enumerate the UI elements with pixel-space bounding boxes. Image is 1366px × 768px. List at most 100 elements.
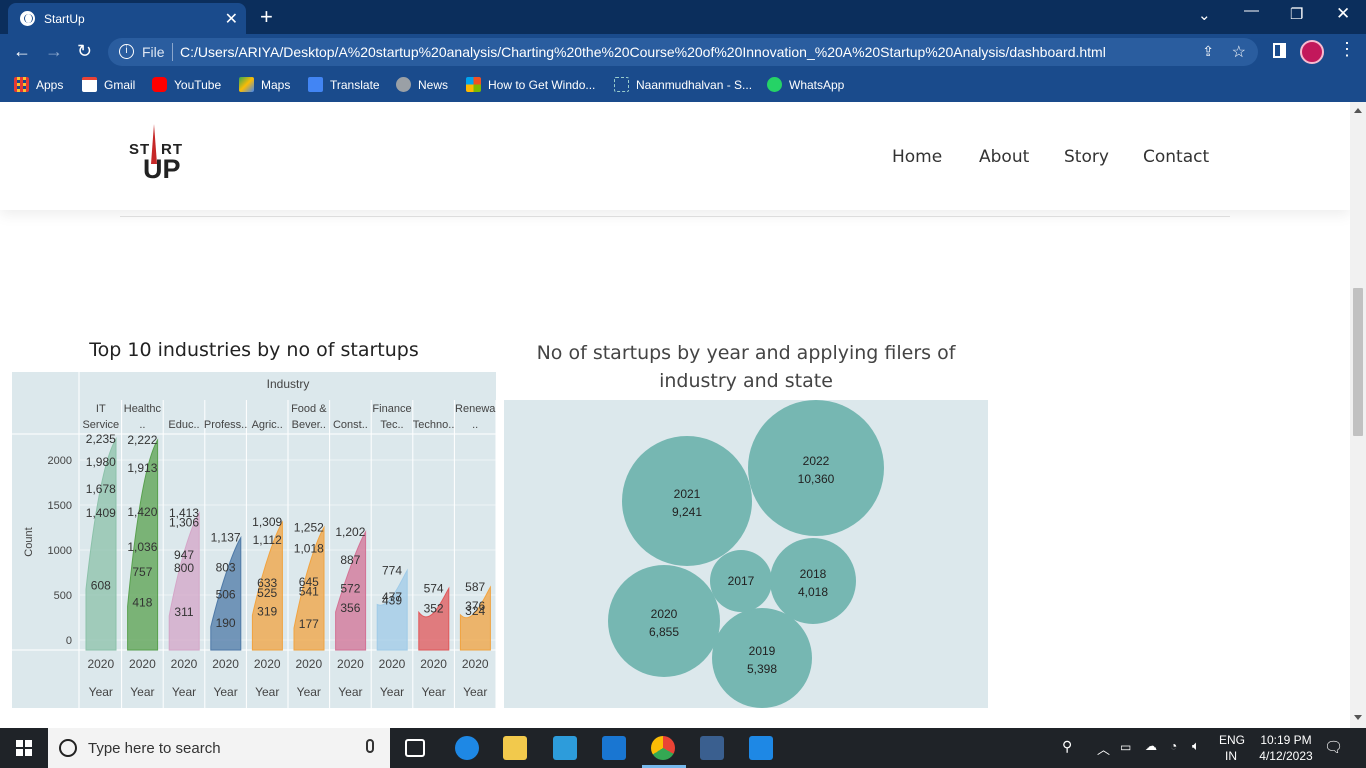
scroll-up-icon[interactable] [1354, 108, 1362, 113]
scroll-thumb[interactable] [1353, 288, 1363, 436]
language-eng[interactable]: ENG [1219, 733, 1245, 747]
profile-avatar[interactable] [1300, 40, 1324, 64]
industry-label: Finance [372, 403, 411, 415]
x-axis-label: Year [338, 685, 362, 699]
y-tick-label: 1500 [48, 500, 72, 512]
industry-chart-svg[interactable]: IndustryCount2000150010005000ITService2,… [12, 372, 497, 708]
window-close-icon[interactable]: ✕ [1336, 4, 1350, 24]
vscode-icon[interactable] [749, 736, 773, 760]
file-explorer-icon[interactable] [503, 736, 527, 760]
forward-icon[interactable]: → [45, 41, 63, 62]
data-label: 1,980 [86, 455, 116, 469]
bubble-chart-title: No of startups by year and applying file… [504, 339, 988, 395]
page-scrollbar[interactable] [1350, 102, 1366, 728]
bubble-year-label: 2022 [803, 454, 830, 468]
bookmark-star-icon[interactable]: ☆ [1232, 42, 1246, 62]
new-tab-button[interactable]: + [260, 4, 273, 30]
bookmark-label: Naanmudhalvan - S... [636, 77, 753, 92]
industry-area [85, 437, 117, 651]
bubble-2020[interactable] [608, 565, 720, 677]
page-viewport: ST RT UP Home About Story Contact Top 10… [0, 102, 1350, 728]
bookmark-translate[interactable]: Translate [308, 77, 380, 92]
url-text[interactable]: C:/Users/ARIYA/Desktop/A%20startup%20ana… [180, 44, 1106, 60]
info-icon[interactable]: i [119, 44, 134, 59]
translate-icon [308, 77, 323, 92]
bookmark-windows[interactable]: How to Get Windo... [466, 77, 595, 92]
bookmark-label: WhatsApp [789, 77, 845, 92]
address-bar[interactable]: i File C:/Users/ARIYA/Desktop/A%20startu… [108, 38, 1258, 66]
bookmark-whatsapp[interactable]: WhatsApp [767, 77, 844, 92]
edge-icon[interactable] [455, 736, 479, 760]
data-label: 319 [257, 604, 277, 618]
data-label: 1,202 [335, 525, 365, 539]
taskbar-search-box[interactable]: Type here to search [48, 728, 390, 768]
bubble-2022[interactable] [748, 400, 884, 536]
nav-home[interactable]: Home [892, 147, 942, 167]
reload-icon[interactable]: ↻ [77, 41, 92, 62]
back-icon[interactable]: ← [13, 41, 31, 62]
minimize-icon[interactable]: — [1244, 2, 1259, 19]
industry-label: Renewa [455, 403, 496, 415]
restore-icon[interactable]: ❐ [1290, 5, 1303, 23]
bookmark-naanmudhalvan[interactable]: Naanmudhalvan - S... [614, 77, 752, 92]
data-label: 439 [382, 593, 402, 607]
chrome-icon[interactable] [651, 736, 675, 760]
x-axis-label: Year [380, 685, 404, 699]
wifi-icon[interactable]: ◔ [1170, 739, 1177, 753]
menu-kebab-icon[interactable]: ⋮ [1338, 39, 1356, 60]
data-label: 803 [216, 561, 236, 575]
industry-label: .. [139, 419, 145, 431]
bookmark-apps[interactable]: Apps [14, 77, 63, 92]
industry-label: Bever.. [292, 419, 326, 431]
share-icon[interactable]: ⇪ [1202, 43, 1214, 60]
cloud-icon[interactable]: ☁ [1145, 739, 1157, 753]
tableau-icon[interactable] [700, 736, 724, 760]
x-axis-label: Year [130, 685, 154, 699]
tray-chevron-icon[interactable]: ︿ [1097, 739, 1110, 758]
x-axis-label: Year [463, 685, 487, 699]
store-icon[interactable] [553, 736, 577, 760]
gmail-icon [82, 77, 97, 92]
tab-strip: StartUp ✕ + ⌄ — ❐ ✕ [0, 0, 1366, 34]
bubble-2021[interactable] [622, 436, 752, 566]
bubble-count-label: 6,855 [649, 625, 679, 639]
bookmark-youtube[interactable]: YouTube [152, 77, 221, 92]
bookmark-maps[interactable]: Maps [239, 77, 290, 92]
notifications-icon[interactable]: 🗨︎ [1324, 738, 1343, 756]
bookmark-news[interactable]: News [396, 77, 448, 92]
y-tick-label: 2000 [48, 455, 72, 467]
language-in[interactable]: IN [1225, 749, 1237, 763]
mail-icon[interactable] [602, 736, 626, 760]
bubble-2018[interactable] [770, 538, 856, 624]
nav-about[interactable]: About [979, 147, 1029, 167]
close-tab-icon[interactable]: ✕ [225, 9, 238, 29]
data-label: 525 [257, 586, 277, 600]
side-panel-icon[interactable] [1273, 43, 1286, 58]
windows-start-icon[interactable] [16, 740, 32, 756]
task-view-icon[interactable] [405, 739, 425, 757]
startup-logo[interactable]: ST RT UP [128, 122, 190, 184]
tab-startup[interactable]: StartUp ✕ [8, 3, 246, 34]
x-tick-label: 2020 [295, 657, 322, 671]
volume-icon[interactable]: 🔈︎ [1192, 738, 1200, 754]
scroll-down-icon[interactable] [1354, 715, 1362, 720]
bubble-chart-svg[interactable]: 2022 10,360 2021 9,241 2020 6,855 2019 5,398 201… [504, 400, 988, 708]
bubble-2019[interactable] [712, 608, 812, 708]
year-bubble-chart[interactable]: 2022 10,360 2021 9,241 2020 6,855 2019 5,398 201… [504, 400, 988, 708]
x-tick-label: 2020 [420, 657, 447, 671]
tab-search-chevron-icon[interactable]: ⌄ [1198, 6, 1211, 24]
clock-date[interactable]: 4/12/2023 [1256, 749, 1316, 763]
bookmark-gmail[interactable]: Gmail [82, 77, 135, 92]
people-icon[interactable]: ⚲ [1062, 738, 1072, 755]
industry-label: Profess.. [204, 419, 247, 431]
battery-icon[interactable]: ▭ [1120, 740, 1131, 754]
nav-story[interactable]: Story [1064, 147, 1109, 167]
industry-label: Techno.. [413, 419, 455, 431]
clock-time[interactable]: 10:19 PM [1256, 733, 1316, 747]
industry-area-chart[interactable]: Industry Count 2000 1500 1000 500 0 IT Service 2,… [12, 372, 497, 708]
nav-contact[interactable]: Contact [1143, 147, 1209, 167]
microphone-icon[interactable] [366, 739, 374, 753]
data-label: 541 [299, 584, 319, 598]
data-label: 887 [340, 553, 360, 567]
bubble-year-label: 2019 [749, 644, 776, 658]
